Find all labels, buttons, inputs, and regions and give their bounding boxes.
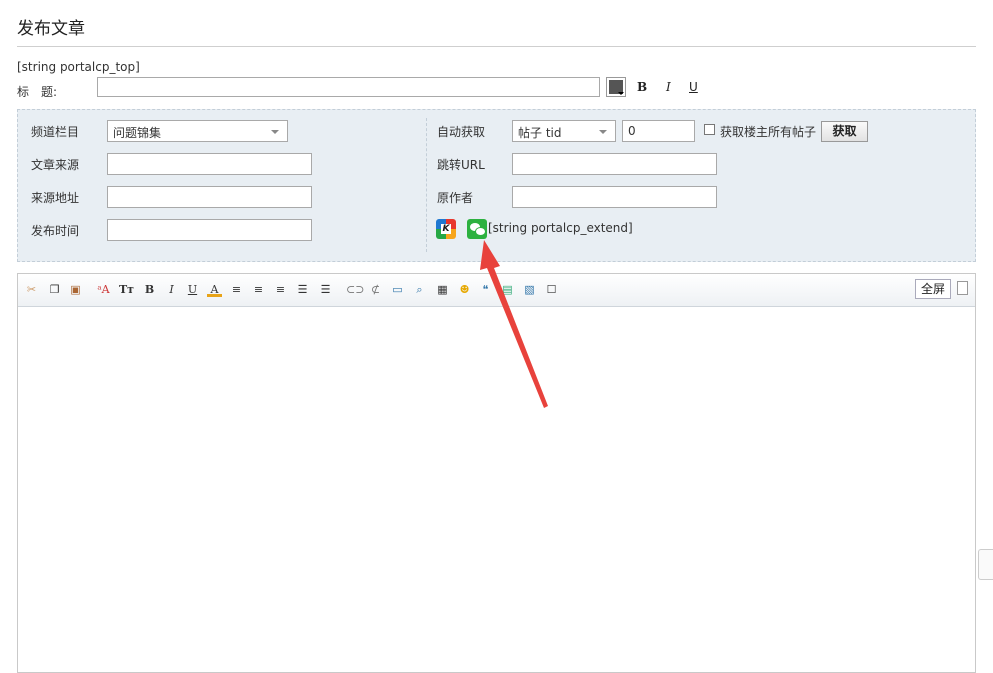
- fullscreen-button[interactable]: 全屏: [915, 279, 951, 299]
- font-color-icon[interactable]: A: [207, 282, 222, 297]
- font-icon[interactable]: ᵃA: [96, 282, 111, 297]
- hook-portalcp-extend: [string portalcp_extend]: [488, 221, 633, 235]
- title-italic-button[interactable]: I: [666, 80, 671, 94]
- source-label: 文章来源: [31, 158, 80, 172]
- publish-time-input[interactable]: [107, 219, 312, 241]
- image-icon[interactable]: ▭: [390, 282, 405, 297]
- title-underline-button[interactable]: U: [689, 80, 698, 94]
- video-icon[interactable]: ▦: [435, 282, 450, 297]
- chevron-down-icon: [271, 130, 279, 134]
- link-icon[interactable]: ⊂⊃: [346, 282, 364, 297]
- auto-fetch-type-select[interactable]: 帖子 tid: [512, 120, 616, 142]
- redirect-url-label: 跳转URL: [437, 158, 485, 172]
- align-left-icon[interactable]: ≡: [229, 282, 244, 297]
- rich-text-editor[interactable]: ✂ ❐ ▣ ᵃA Tт B I U A ≡ ≡ ≡ ☰ ☰ ⊂⊃ ⊄ ▭ ⌕ ▦…: [17, 273, 976, 673]
- title-divider: [17, 46, 976, 47]
- font-size-icon[interactable]: Tт: [119, 282, 134, 297]
- hook-portalcp-top: [string portalcp_top]: [17, 60, 140, 74]
- author-label: 原作者: [437, 191, 474, 205]
- title-bold-button[interactable]: B: [637, 80, 647, 94]
- paste-icon[interactable]: ▣: [68, 282, 83, 297]
- ordered-list-icon[interactable]: ☰: [295, 282, 310, 297]
- channel-select[interactable]: 问题锦集: [107, 120, 288, 142]
- auto-fetch-tid-input[interactable]: [622, 120, 695, 142]
- copy-icon[interactable]: ❐: [47, 282, 62, 297]
- editor-toolbar: ✂ ❐ ▣ ᵃA Tт B I U A ≡ ≡ ≡ ☰ ☰ ⊂⊃ ⊄ ▭ ⌕ ▦…: [18, 274, 975, 307]
- fetch-all-checkbox[interactable]: [704, 124, 715, 135]
- chevron-down-icon: [599, 130, 607, 134]
- redirect-url-input[interactable]: [512, 153, 717, 175]
- italic-icon[interactable]: I: [164, 282, 179, 297]
- side-collapse-tab[interactable]: [978, 549, 993, 580]
- source-input[interactable]: [107, 153, 312, 175]
- title-label: 标 题:: [17, 85, 58, 99]
- channel-selected-value: 问题锦集: [113, 126, 162, 140]
- quote-icon[interactable]: ❝: [478, 282, 493, 297]
- title-color-picker[interactable]: [606, 77, 626, 97]
- fetch-button[interactable]: 获取: [821, 121, 868, 142]
- title-input[interactable]: [97, 77, 600, 97]
- page-title: 发布文章: [17, 19, 85, 39]
- wechat-icon[interactable]: [467, 219, 487, 239]
- fetch-all-label: 获取楼主所有帖子: [720, 125, 817, 139]
- panel-divider: [426, 118, 427, 252]
- publish-time-label: 发布时间: [31, 224, 80, 238]
- bold-icon[interactable]: B: [142, 282, 157, 297]
- k-plugin-icon[interactable]: K: [436, 219, 456, 239]
- unordered-list-icon[interactable]: ☰: [318, 282, 333, 297]
- cut-icon[interactable]: ✂: [24, 282, 39, 297]
- page-break-icon[interactable]: ▧: [522, 282, 537, 297]
- source-url-label: 来源地址: [31, 191, 80, 205]
- unlink-icon[interactable]: ⊄: [368, 282, 383, 297]
- auto-fetch-label: 自动获取: [437, 125, 486, 139]
- underline-icon[interactable]: U: [185, 282, 200, 297]
- chevron-down-icon: [618, 92, 624, 95]
- channel-label: 频道栏目: [31, 125, 80, 139]
- emoticon-icon[interactable]: ☻: [457, 282, 472, 297]
- document-icon[interactable]: [957, 281, 968, 295]
- code-icon[interactable]: ▤: [500, 282, 515, 297]
- checkbox-icon[interactable]: ☐: [544, 282, 559, 297]
- align-center-icon[interactable]: ≡: [251, 282, 266, 297]
- attachment-icon[interactable]: ⌕: [412, 282, 427, 297]
- author-input[interactable]: [512, 186, 717, 208]
- auto-fetch-type-value: 帖子 tid: [518, 126, 562, 140]
- align-right-icon[interactable]: ≡: [273, 282, 288, 297]
- source-url-input[interactable]: [107, 186, 312, 208]
